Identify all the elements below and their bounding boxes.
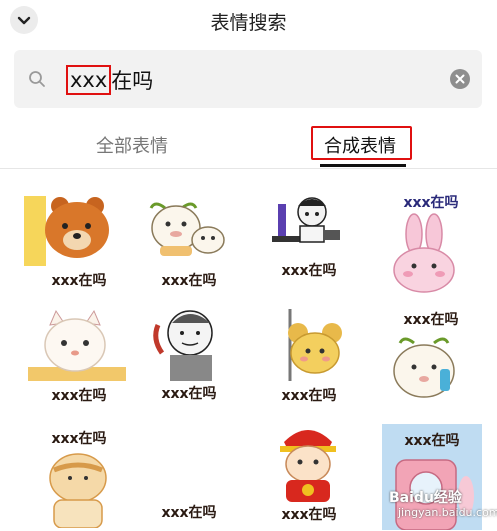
sticker-item[interactable]: xxx在吗 [372, 305, 490, 415]
pink-bunny-sticker [393, 213, 455, 293]
sticker-caption: xxx在吗 [161, 505, 217, 521]
sticker-caption: xxx在吗 [161, 386, 217, 402]
white-cat-sticker [28, 309, 126, 381]
tab-all-stickers[interactable]: 全部表情 [96, 132, 168, 158]
meme-computer-sticker [272, 197, 340, 243]
close-icon [455, 74, 465, 84]
sticker-caption: xxx在吗 [281, 263, 337, 279]
orange-dog-sticker [49, 453, 107, 528]
top-bar: 表情搜索 [0, 0, 497, 40]
query-highlight: xxx [66, 65, 112, 95]
bear-sticker [24, 196, 109, 266]
sticker-caption: xxx在吗 [404, 433, 460, 449]
sticker-item[interactable]: xxx在吗 [250, 190, 368, 300]
sticker-item[interactable]: xxx在吗 [20, 420, 138, 530]
sticker-caption: xxx在吗 [403, 312, 459, 328]
sticker-item[interactable]: xxx在吗 [372, 190, 490, 300]
sticker-caption: xxx在吗 [51, 273, 107, 289]
sticker-caption: xxx在吗 [281, 507, 337, 523]
sticker-caption: xxx在吗 [51, 431, 107, 447]
query-text: 在吗 [111, 69, 154, 93]
sticker-caption: xxx在吗 [51, 388, 107, 404]
watermark-url: jingyan.baidu.com [398, 506, 497, 519]
tab-underline [320, 164, 406, 167]
round-face-sticker [149, 202, 225, 256]
sticker-item[interactable]: xxx在吗 [130, 190, 248, 300]
sticker-caption: xxx在吗 [161, 273, 217, 289]
search-bar[interactable]: xxx 在吗 [14, 50, 482, 108]
search-icon [29, 71, 45, 87]
sticker-caption: xxx在吗 [403, 195, 459, 211]
sticker-item[interactable]: xxx在吗 [130, 305, 248, 415]
sticker-item[interactable]: xxx在吗 [250, 420, 368, 530]
tab-bar: 全部表情 合成表情 [0, 118, 497, 169]
sticker-item[interactable]: xxx在吗 [130, 420, 248, 530]
page-title: 表情搜索 [210, 12, 287, 34]
clear-button[interactable] [450, 69, 470, 89]
sticker-item[interactable]: xxx在吗 [20, 305, 138, 415]
sticker-item[interactable]: xxx在吗 [250, 305, 368, 415]
meme-phone-sticker [153, 310, 213, 381]
round-face-phone-sticker [393, 337, 455, 398]
sticker-caption: xxx在吗 [281, 388, 337, 404]
god-of-wealth-sticker [280, 430, 336, 502]
tab-highlight-box [311, 126, 412, 160]
watermark: Baidu经验 [389, 490, 462, 506]
sticker-item[interactable]: xxx在吗 [20, 190, 138, 300]
search-input[interactable]: xxx 在吗 [66, 65, 153, 95]
yellow-mouse-sticker [288, 309, 342, 381]
